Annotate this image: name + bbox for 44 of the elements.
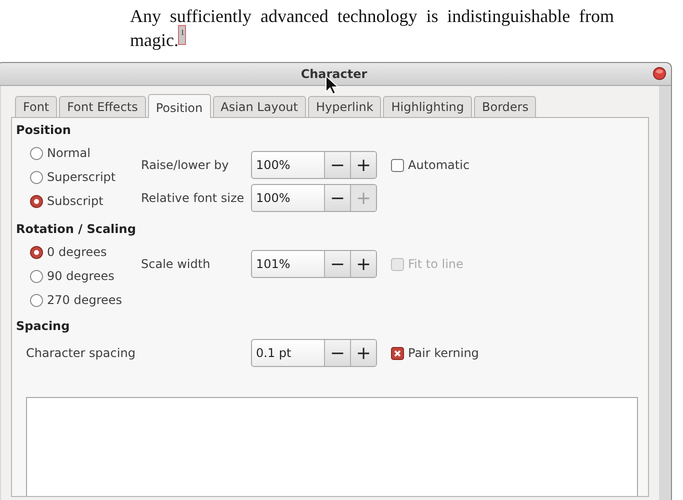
radio-button[interactable] bbox=[30, 170, 43, 184]
radio-button[interactable] bbox=[30, 270, 43, 282]
decrement-button[interactable]: − bbox=[324, 340, 350, 366]
radio-label: Superscript bbox=[47, 170, 116, 184]
radio-label: 0 degrees bbox=[47, 245, 107, 259]
checkbox-label: Pair kerning bbox=[408, 346, 479, 360]
radio-label: Normal bbox=[47, 146, 90, 160]
section-title: Spacing bbox=[16, 319, 71, 333]
increment-button[interactable]: + bbox=[350, 340, 376, 366]
window-title: Character bbox=[300, 67, 368, 81]
radio-button[interactable] bbox=[30, 294, 43, 306]
document-paragraph: Any sufficiently advanced technology is indistinguishable from magic.$^{1}$ bbox=[130, 5, 614, 52]
tab[interactable]: Position bbox=[148, 94, 211, 118]
tab[interactable]: Highlighting bbox=[383, 96, 472, 117]
tab[interactable]: Borders bbox=[474, 96, 536, 117]
spin-field[interactable]: 0.1 pt − + bbox=[251, 339, 377, 367]
checkbox-label: Fit to line bbox=[408, 257, 464, 271]
spin-field[interactable]: 100% − + bbox=[251, 151, 377, 179]
radio-button[interactable] bbox=[30, 194, 43, 208]
tab[interactable]: Hyperlink bbox=[308, 96, 382, 117]
close-icon[interactable] bbox=[653, 67, 666, 80]
field-label: Raise/lower by bbox=[141, 158, 230, 172]
radio-label: 90 degrees bbox=[47, 269, 114, 283]
field-label: Character spacing bbox=[26, 346, 136, 360]
section-title: Rotation / Scaling bbox=[16, 222, 137, 236]
increment-button[interactable]: + bbox=[350, 152, 376, 178]
radio-label: Subscript bbox=[47, 194, 104, 208]
checkbox-label: Automatic bbox=[408, 158, 470, 172]
field-label: Scale width bbox=[141, 257, 212, 271]
increment-button[interactable]: + bbox=[350, 251, 376, 277]
radio-button[interactable] bbox=[30, 146, 43, 160]
checkbox[interactable] bbox=[391, 346, 404, 360]
tab[interactable]: Font Effects bbox=[59, 96, 146, 117]
decrement-button[interactable]: − bbox=[324, 251, 350, 277]
tab[interactable]: Asian Layout bbox=[212, 96, 306, 117]
radio-button[interactable] bbox=[30, 246, 43, 258]
checkbox[interactable] bbox=[391, 158, 404, 172]
radio-label: 270 degrees bbox=[47, 293, 122, 307]
decrement-button[interactable]: − bbox=[324, 185, 350, 211]
section-title: Position bbox=[16, 123, 72, 137]
spin-field[interactable]: 101% − + bbox=[251, 250, 377, 278]
decrement-button[interactable]: − bbox=[324, 152, 350, 178]
tab[interactable]: Font bbox=[15, 96, 58, 117]
field-label: Relative font size bbox=[141, 191, 246, 205]
